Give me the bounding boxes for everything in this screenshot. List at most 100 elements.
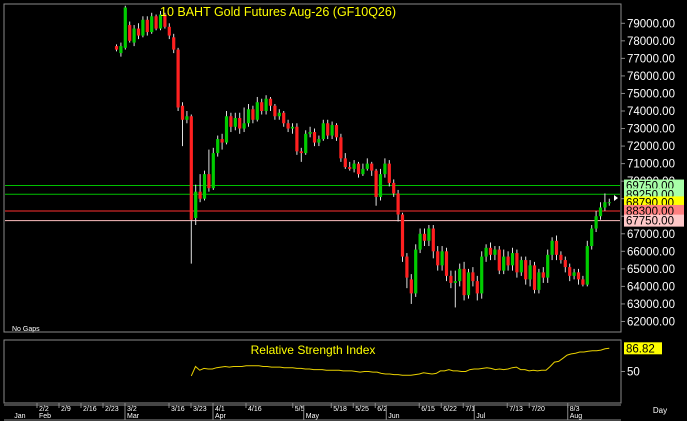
candle-body xyxy=(519,260,523,273)
date-tick-label: 3/2 xyxy=(127,406,137,413)
month-label: Jun xyxy=(388,413,399,420)
candle-body xyxy=(299,151,303,154)
candle-body xyxy=(167,26,171,36)
date-tick-label: 4/1 xyxy=(215,406,225,413)
candle-body xyxy=(458,268,462,282)
candle-body xyxy=(321,123,325,140)
candle-body xyxy=(128,25,132,41)
month-label: Jan xyxy=(14,413,25,420)
candle-body xyxy=(554,240,559,255)
candle-body xyxy=(418,233,422,250)
candle-body xyxy=(224,116,229,143)
candle-body xyxy=(449,275,453,283)
candle-body xyxy=(189,116,193,220)
candle-body xyxy=(585,246,589,285)
date-tick-label: 2/2 xyxy=(39,406,49,413)
candle-body xyxy=(295,126,299,152)
rsi-tick-label: 50 xyxy=(627,367,640,379)
price-tick-label: 76000.00 xyxy=(627,71,675,83)
candle-body xyxy=(594,216,598,229)
candle-body xyxy=(290,126,295,129)
candle-body xyxy=(216,139,220,154)
candle-body xyxy=(378,174,383,197)
candle-body xyxy=(194,191,198,218)
date-tick-label: 5/25 xyxy=(355,406,369,413)
candle-body xyxy=(598,207,603,217)
candle-body xyxy=(180,105,185,120)
candle-body xyxy=(198,191,202,199)
candle-body xyxy=(493,249,497,255)
date-tick-label: 3/16 xyxy=(171,406,185,413)
candle-body xyxy=(488,247,493,255)
candle-body xyxy=(444,251,449,276)
month-label: Apr xyxy=(215,413,227,420)
candle-body xyxy=(141,19,145,36)
candle-body xyxy=(466,272,471,296)
candle-body xyxy=(242,123,246,129)
price-plot-area[interactable] xyxy=(3,3,622,333)
candle-body xyxy=(207,174,211,189)
date-tick-label: 6/15 xyxy=(421,406,435,413)
candle-body xyxy=(563,260,567,268)
month-label: May xyxy=(306,413,320,420)
date-tick-label: 3/23 xyxy=(193,406,207,413)
price-tick-label: 63000.00 xyxy=(627,299,675,311)
candle-body xyxy=(176,49,180,108)
candle-body xyxy=(246,109,251,124)
candle-body xyxy=(304,133,308,154)
candle-body xyxy=(286,123,290,129)
rsi-title: Relative Strength Index xyxy=(251,343,376,357)
no-gaps-label: No Gaps xyxy=(12,326,40,333)
date-tick-label: 4/16 xyxy=(248,406,262,413)
candle-body xyxy=(185,116,189,120)
candle-body xyxy=(119,46,123,54)
candle-body xyxy=(581,279,585,285)
candle-body xyxy=(251,109,255,120)
date-tick-label: 2/23 xyxy=(105,406,119,413)
date-tick-label: 2/16 xyxy=(83,406,97,413)
date-tick-label: 7/13 xyxy=(509,406,523,413)
candle-body xyxy=(550,240,554,255)
candle-body xyxy=(484,247,488,257)
date-tick-label: 7/1 xyxy=(465,406,475,413)
candle-body xyxy=(387,163,391,183)
price-tick-label: 79000.00 xyxy=(627,18,675,30)
candle-body xyxy=(255,102,259,120)
candle-body xyxy=(172,37,176,50)
candle-body xyxy=(427,228,431,241)
candle-body xyxy=(330,125,334,136)
candle-body xyxy=(352,163,356,169)
candle-body xyxy=(405,256,409,278)
candle-body xyxy=(383,163,387,175)
candle-body xyxy=(462,268,466,296)
candle-body xyxy=(515,253,519,273)
date-tick-label: 6/22 xyxy=(443,406,457,413)
candle-body xyxy=(348,167,352,169)
candle-body xyxy=(480,256,484,294)
candle-body xyxy=(229,116,233,127)
date-tick-label: 6/2 xyxy=(377,406,387,413)
candle-body xyxy=(154,16,158,29)
candle-body xyxy=(506,256,510,266)
candle-body xyxy=(282,112,286,124)
candle-body xyxy=(568,267,572,276)
candle-body xyxy=(537,272,541,290)
price-tick-label: 77000.00 xyxy=(627,53,675,65)
price-tick-label: 65000.00 xyxy=(627,264,675,276)
candle-body xyxy=(136,28,141,36)
month-label: Mar xyxy=(127,413,140,420)
month-label: Aug xyxy=(570,413,583,420)
candle-body xyxy=(132,28,136,43)
candle-body xyxy=(264,98,268,111)
price-panel: 10 BAHT Gold Futures Aug-26 (GF10Q26) No… xyxy=(3,3,684,333)
candle-body xyxy=(541,272,545,278)
candle-body xyxy=(114,46,119,50)
candle-body xyxy=(603,202,607,208)
price-tick-label: 78000.00 xyxy=(627,36,675,48)
month-label: Jul xyxy=(476,413,485,420)
price-tick-label: 71000.00 xyxy=(627,159,675,171)
candle-body xyxy=(233,118,237,127)
price-tick-label: 67000.00 xyxy=(627,229,675,241)
candle-body xyxy=(471,272,475,282)
candle-body xyxy=(339,137,343,159)
